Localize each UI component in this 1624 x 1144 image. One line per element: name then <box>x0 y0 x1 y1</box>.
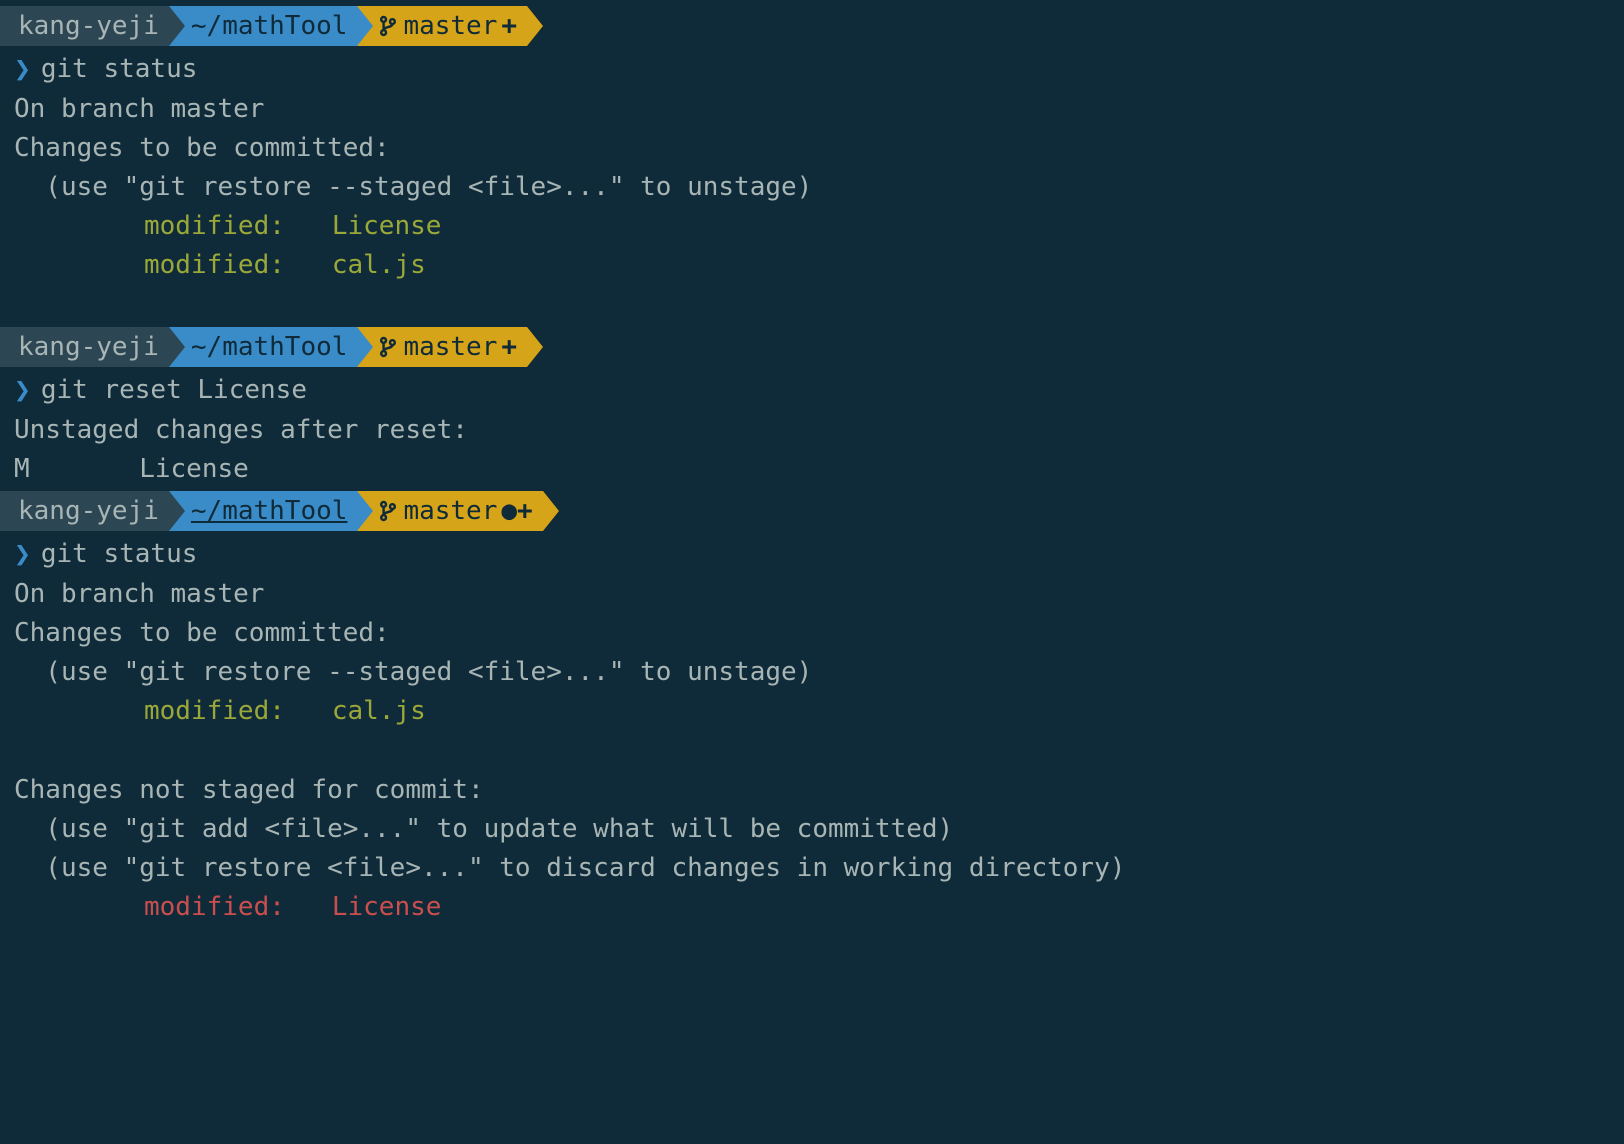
prompt-path-segment: ~/mathTool <box>169 327 358 367</box>
staged-file-line: modified: License <box>0 207 1624 246</box>
output-line: Unstaged changes after reset: <box>0 411 1624 450</box>
command-text: git status <box>41 50 198 89</box>
git-dirty-indicator: + <box>501 7 517 46</box>
modified-label: modified: <box>144 211 332 241</box>
shell-prompt: kang-yeji ~/mathTool master + <box>0 6 1624 46</box>
prompt-caret-icon: ❯ <box>14 533 31 575</box>
git-dirty-indicator: + <box>501 328 517 367</box>
prompt-path-segment: ~/mathTool <box>169 6 358 46</box>
output-line: (use "git restore --staged <file>..." to… <box>0 653 1624 692</box>
git-branch-icon <box>379 15 397 37</box>
chevron-right-icon <box>543 491 559 531</box>
staged-file-line: modified: cal.js <box>0 246 1624 285</box>
prompt-branch: master <box>403 328 497 367</box>
output-line: On branch master <box>0 90 1624 129</box>
command-text: git reset License <box>41 371 307 410</box>
prompt-path: ~/mathTool <box>191 328 348 367</box>
command-input-line[interactable]: ❯ git status <box>0 48 1624 90</box>
blank-line <box>0 285 1624 325</box>
output-line: Changes not staged for commit: <box>0 771 1624 810</box>
output-line: Changes to be committed: <box>0 129 1624 168</box>
prompt-user-segment: kang-yeji <box>0 6 169 46</box>
chevron-right-icon <box>169 491 185 531</box>
command-text: git status <box>41 535 198 574</box>
prompt-user: kang-yeji <box>18 492 159 531</box>
prompt-caret-icon: ❯ <box>14 48 31 90</box>
prompt-path: ~/mathTool <box>191 492 348 531</box>
file-name: cal.js <box>332 696 426 726</box>
command-input-line[interactable]: ❯ git reset License <box>0 369 1624 411</box>
chevron-right-icon <box>169 6 185 46</box>
git-branch-icon <box>379 500 397 522</box>
file-name: License <box>332 892 442 922</box>
output-line: Changes to be committed: <box>0 614 1624 653</box>
chevron-right-icon <box>357 6 373 46</box>
git-dirty-indicator: ●+ <box>501 492 532 531</box>
prompt-user: kang-yeji <box>18 7 159 46</box>
prompt-branch-segment: master ●+ <box>357 491 542 531</box>
output-line: On branch master <box>0 575 1624 614</box>
git-branch-icon <box>379 336 397 358</box>
output-line: (use "git add <file>..." to update what … <box>0 810 1624 849</box>
chevron-right-icon <box>357 327 373 367</box>
prompt-path: ~/mathTool <box>191 7 348 46</box>
chevron-right-icon <box>527 327 543 367</box>
output-line: (use "git restore <file>..." to discard … <box>0 849 1624 888</box>
modified-label: modified: <box>144 696 332 726</box>
prompt-branch: master <box>403 492 497 531</box>
prompt-branch-segment: master + <box>357 6 527 46</box>
output-line: (use "git restore --staged <file>..." to… <box>0 168 1624 207</box>
prompt-user-segment: kang-yeji <box>0 491 169 531</box>
unstaged-file-line: modified: License <box>0 888 1624 927</box>
prompt-caret-icon: ❯ <box>14 369 31 411</box>
staged-file-line: modified: cal.js <box>0 692 1624 731</box>
prompt-branch: master <box>403 7 497 46</box>
shell-prompt: kang-yeji ~/mathTool master ●+ <box>0 491 1624 531</box>
output-line: M License <box>0 450 1624 489</box>
command-input-line[interactable]: ❯ git status <box>0 533 1624 575</box>
prompt-branch-segment: master + <box>357 327 527 367</box>
file-name: cal.js <box>332 250 426 280</box>
modified-label: modified: <box>144 250 332 280</box>
blank-line <box>0 731 1624 771</box>
shell-prompt: kang-yeji ~/mathTool master + <box>0 327 1624 367</box>
prompt-user: kang-yeji <box>18 328 159 367</box>
file-name: License <box>332 211 442 241</box>
chevron-right-icon <box>527 6 543 46</box>
chevron-right-icon <box>357 491 373 531</box>
prompt-user-segment: kang-yeji <box>0 327 169 367</box>
prompt-path-segment: ~/mathTool <box>169 491 358 531</box>
chevron-right-icon <box>169 327 185 367</box>
modified-label: modified: <box>144 892 332 922</box>
